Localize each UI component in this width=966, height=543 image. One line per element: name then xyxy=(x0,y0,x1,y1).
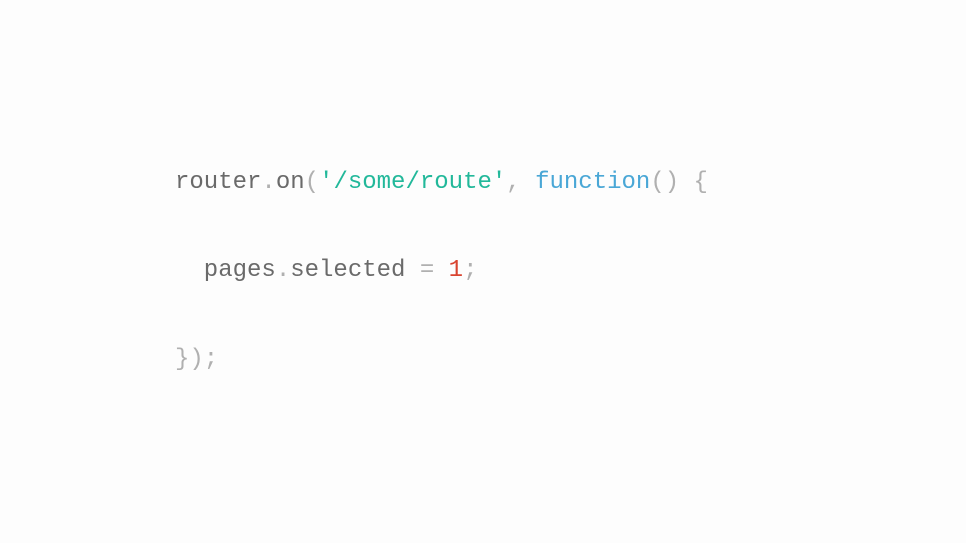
token-paren-open: ( xyxy=(305,169,319,196)
token-space xyxy=(434,257,448,284)
token-identifier: pages xyxy=(204,257,276,284)
token-semicolon: ; xyxy=(463,257,477,284)
token-property: selected xyxy=(290,257,405,284)
token-parens: () xyxy=(650,169,679,196)
code-line-1: router.on('/some/route', function() { xyxy=(175,161,708,205)
code-snippet: router.on('/some/route', function() { pa… xyxy=(175,116,708,427)
token-string: '/some/route' xyxy=(319,169,506,196)
token-comma: , xyxy=(506,169,520,196)
token-closing: }); xyxy=(175,346,218,373)
token-keyword-function: function xyxy=(535,169,650,196)
token-space xyxy=(679,169,693,196)
token-dot: . xyxy=(276,257,290,284)
token-number: 1 xyxy=(449,257,463,284)
token-space xyxy=(405,257,419,284)
token-space xyxy=(521,169,535,196)
token-dot: . xyxy=(261,169,275,196)
token-identifier: router xyxy=(175,169,261,196)
token-brace-open: { xyxy=(694,169,708,196)
code-line-3: }); xyxy=(175,338,708,382)
token-method: on xyxy=(276,169,305,196)
code-line-2: pages.selected = 1; xyxy=(175,249,708,293)
token-equals: = xyxy=(420,257,434,284)
